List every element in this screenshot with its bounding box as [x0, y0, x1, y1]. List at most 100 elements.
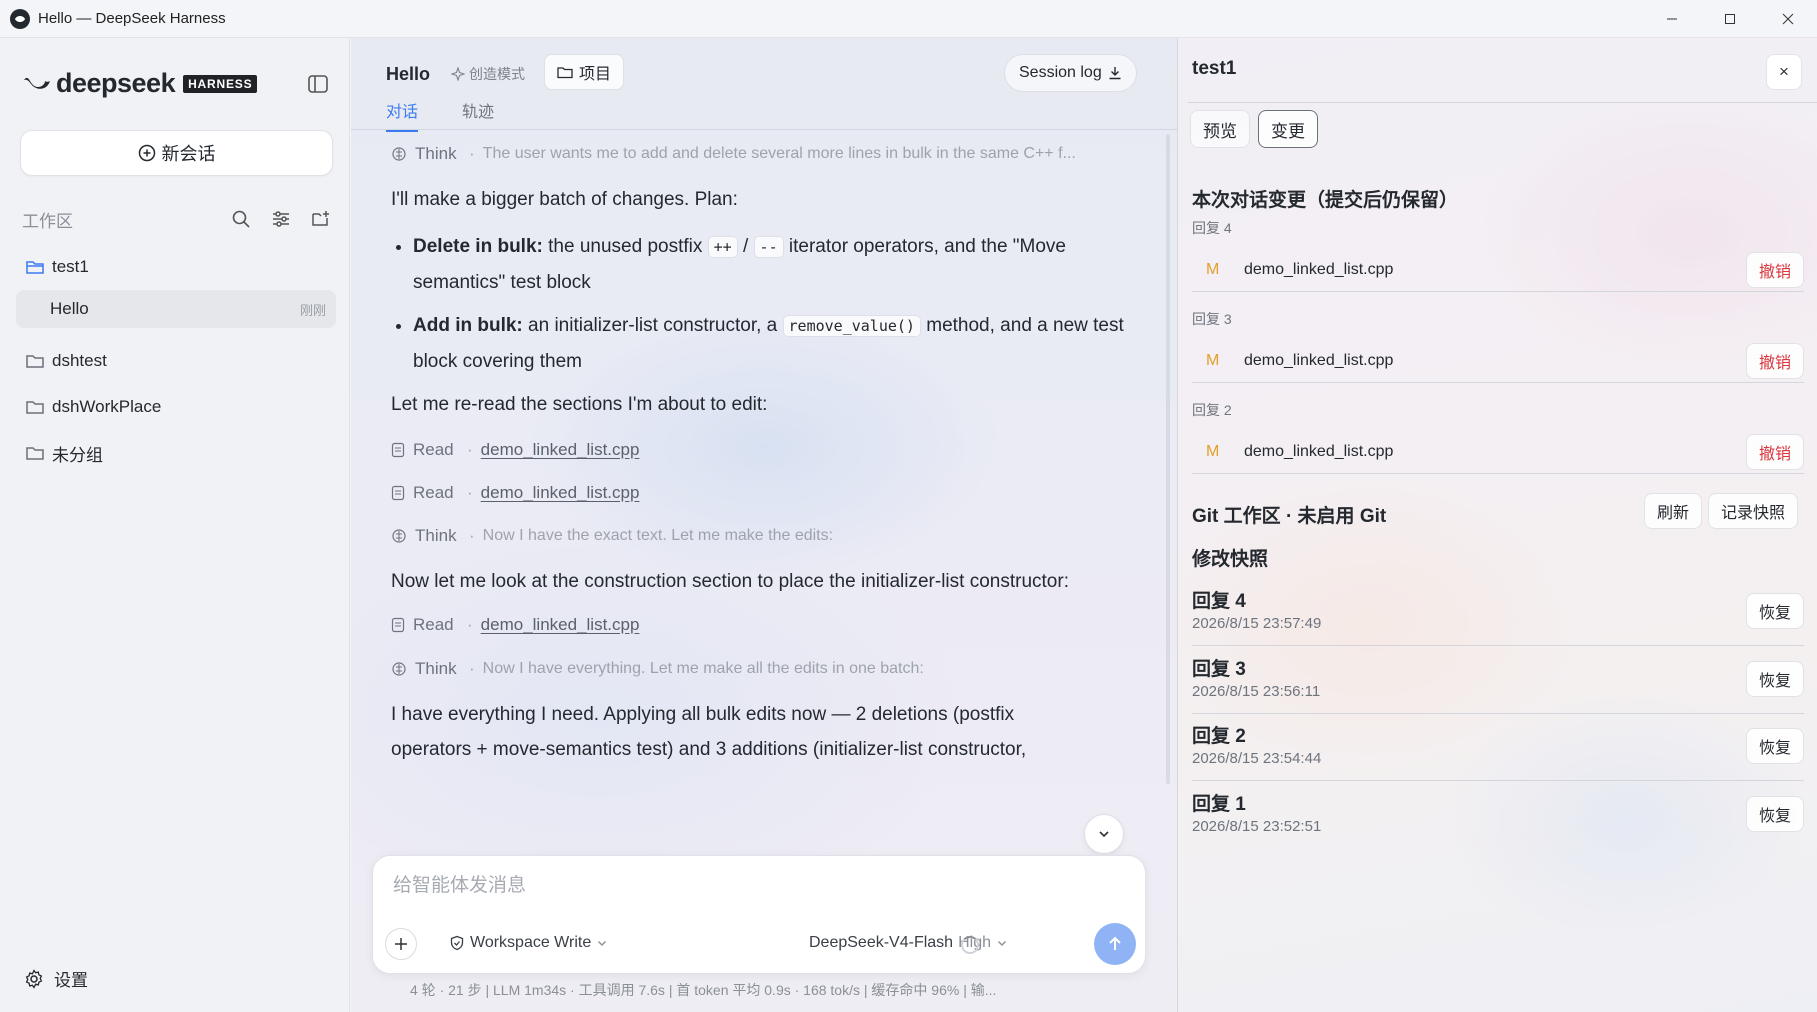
snapshots-section-title: 修改快照	[1192, 549, 1269, 570]
project-button[interactable]: 项目	[544, 54, 625, 90]
settings-label: 设置	[54, 971, 88, 990]
plus-icon	[395, 938, 407, 950]
document-icon	[391, 485, 405, 501]
changed-file-row[interactable]: M demo_linked_list.cpp 撤销	[1192, 248, 1804, 292]
close-window-button[interactable]	[1759, 0, 1817, 38]
think-step[interactable]: Think · Now I have everything. Let me ma…	[391, 655, 1151, 683]
new-folder-button[interactable]	[308, 206, 334, 232]
revert-button[interactable]: 撤销	[1745, 434, 1804, 470]
brand: deepseek HARNESS	[22, 68, 258, 99]
file-link[interactable]: demo_linked_list.cpp	[481, 483, 640, 503]
chat-scrollbar[interactable]	[1166, 134, 1170, 784]
document-icon	[391, 442, 405, 458]
new-chat-button[interactable]: 新会话	[20, 130, 333, 176]
chevron-down-icon	[1099, 831, 1109, 838]
read-step[interactable]: Read · demo_linked_list.cpp	[391, 611, 1151, 639]
workspace-label: 工作区	[22, 211, 73, 231]
maximize-button[interactable]	[1701, 0, 1759, 38]
sidebar-panel-icon	[308, 75, 328, 93]
snapshot-name: 回复 2	[1192, 726, 1246, 747]
tree-item-ungrouped[interactable]: 未分组	[16, 430, 336, 476]
git-section-title: Git 工作区 · 未启用 Git	[1192, 506, 1387, 527]
permission-selector[interactable]: Workspace Write	[449, 934, 608, 952]
panel-tabs: 预览 变更	[1190, 110, 1318, 148]
tree-item-dshworkplace[interactable]: dshWorkPlace	[16, 384, 336, 430]
attach-button[interactable]	[385, 928, 417, 960]
plan-item: Add in bulk: an initializer-list constru…	[413, 308, 1151, 379]
workspace-tree: test1 Hello 刚刚 dshtest dshWorkPlace 未分组	[16, 244, 336, 476]
step-label: Think	[415, 526, 457, 545]
tree-item-label: 未分组	[52, 445, 103, 465]
read-step[interactable]: Read · demo_linked_list.cpp	[391, 436, 1151, 464]
tab-changes[interactable]: 变更	[1258, 110, 1318, 148]
shield-icon	[450, 935, 464, 951]
close-icon	[1782, 13, 1794, 25]
snapshot-time: 2026/8/15 23:54:44	[1192, 750, 1322, 767]
workspace-header: 工作区	[22, 204, 334, 234]
file-link[interactable]: demo_linked_list.cpp	[481, 440, 640, 460]
composer: Workspace Write DeepSeek-V4-Flash High	[372, 855, 1146, 974]
step-summary: Now I have the exact text. Let me make t…	[482, 527, 834, 544]
snapshot-row: 回复 1 2026/8/15 23:52:51 恢复	[1192, 783, 1804, 849]
chevron-down-icon	[997, 941, 1006, 946]
restore-button[interactable]: 恢复	[1745, 661, 1804, 697]
send-button[interactable]	[1094, 923, 1136, 965]
download-icon	[1109, 67, 1121, 80]
mode-indicator[interactable]: 创造模式	[451, 64, 525, 84]
restore-button[interactable]: 恢复	[1745, 728, 1804, 764]
app-logo-icon	[10, 8, 30, 29]
tree-item-test1[interactable]: test1	[16, 244, 336, 290]
revert-button[interactable]: 撤销	[1745, 343, 1804, 379]
minimize-button[interactable]	[1643, 0, 1701, 38]
modified-badge: M	[1206, 442, 1220, 460]
brain-icon	[392, 662, 406, 676]
session-log-button[interactable]: Session log	[1004, 54, 1137, 92]
maximize-icon	[1725, 14, 1735, 24]
plus-circle-icon	[138, 144, 155, 162]
brain-icon	[392, 529, 406, 543]
minimize-icon	[1667, 18, 1677, 20]
modified-badge: M	[1206, 260, 1220, 278]
tab-trace[interactable]: 轨迹	[462, 98, 494, 132]
folder-open-icon	[26, 261, 44, 274]
gear-icon	[25, 968, 43, 989]
tab-preview[interactable]: 预览	[1190, 110, 1250, 148]
session-log-label: Session log	[1019, 64, 1102, 81]
record-snapshot-button[interactable]: 记录快照	[1708, 493, 1799, 529]
settings-button[interactable]: 设置	[24, 966, 88, 991]
close-panel-button[interactable]: ×	[1766, 54, 1802, 90]
changed-file-row[interactable]: M demo_linked_list.cpp 撤销	[1192, 430, 1804, 474]
filter-button[interactable]	[268, 206, 294, 232]
think-step[interactable]: Think · Now I have the exact text. Let m…	[391, 522, 1151, 550]
tree-item-label: dshtest	[52, 351, 107, 370]
read-step[interactable]: Read · demo_linked_list.cpp	[391, 479, 1151, 507]
tree-item-dshtest[interactable]: dshtest	[16, 338, 336, 384]
message-input[interactable]	[393, 870, 1123, 902]
sidebar-toggle-button[interactable]	[306, 72, 330, 96]
modified-badge: M	[1206, 351, 1220, 369]
search-button[interactable]	[228, 206, 254, 232]
restore-button[interactable]: 恢复	[1745, 796, 1804, 832]
snapshot-time: 2026/8/15 23:57:49	[1192, 615, 1322, 632]
assistant-paragraph: Now let me look at the construction sect…	[391, 571, 1069, 592]
step-label: Think	[415, 659, 457, 678]
changed-file-row[interactable]: M demo_linked_list.cpp 撤销	[1192, 339, 1804, 383]
arrow-up-icon	[1109, 936, 1121, 950]
restore-button[interactable]: 恢复	[1745, 593, 1804, 629]
permission-label: Workspace Write	[470, 934, 592, 951]
scroll-to-bottom-button[interactable]	[1084, 814, 1124, 854]
refresh-button[interactable]: 刷新	[1644, 493, 1703, 529]
tab-conversation[interactable]: 对话	[386, 98, 419, 132]
revert-button[interactable]: 撤销	[1745, 252, 1804, 288]
tree-item-hello-chat[interactable]: Hello 刚刚	[16, 290, 336, 328]
inline-code: --	[753, 236, 784, 258]
think-step[interactable]: Think · The user wants me to add and del…	[391, 140, 1151, 168]
plan-item: Delete in bulk: the unused postfix ++ / …	[413, 229, 1151, 300]
file-name: demo_linked_list.cpp	[1244, 260, 1394, 278]
folder-icon	[26, 355, 44, 368]
snapshot-name: 回复 3	[1192, 659, 1246, 680]
chat-main: Hello 创造模式 项目 Session log 对话 轨迹 Think · …	[351, 38, 1177, 1012]
mode-label: 创造模式	[469, 66, 525, 82]
brand-name: deepseek	[56, 68, 176, 98]
file-link[interactable]: demo_linked_list.cpp	[481, 615, 640, 635]
